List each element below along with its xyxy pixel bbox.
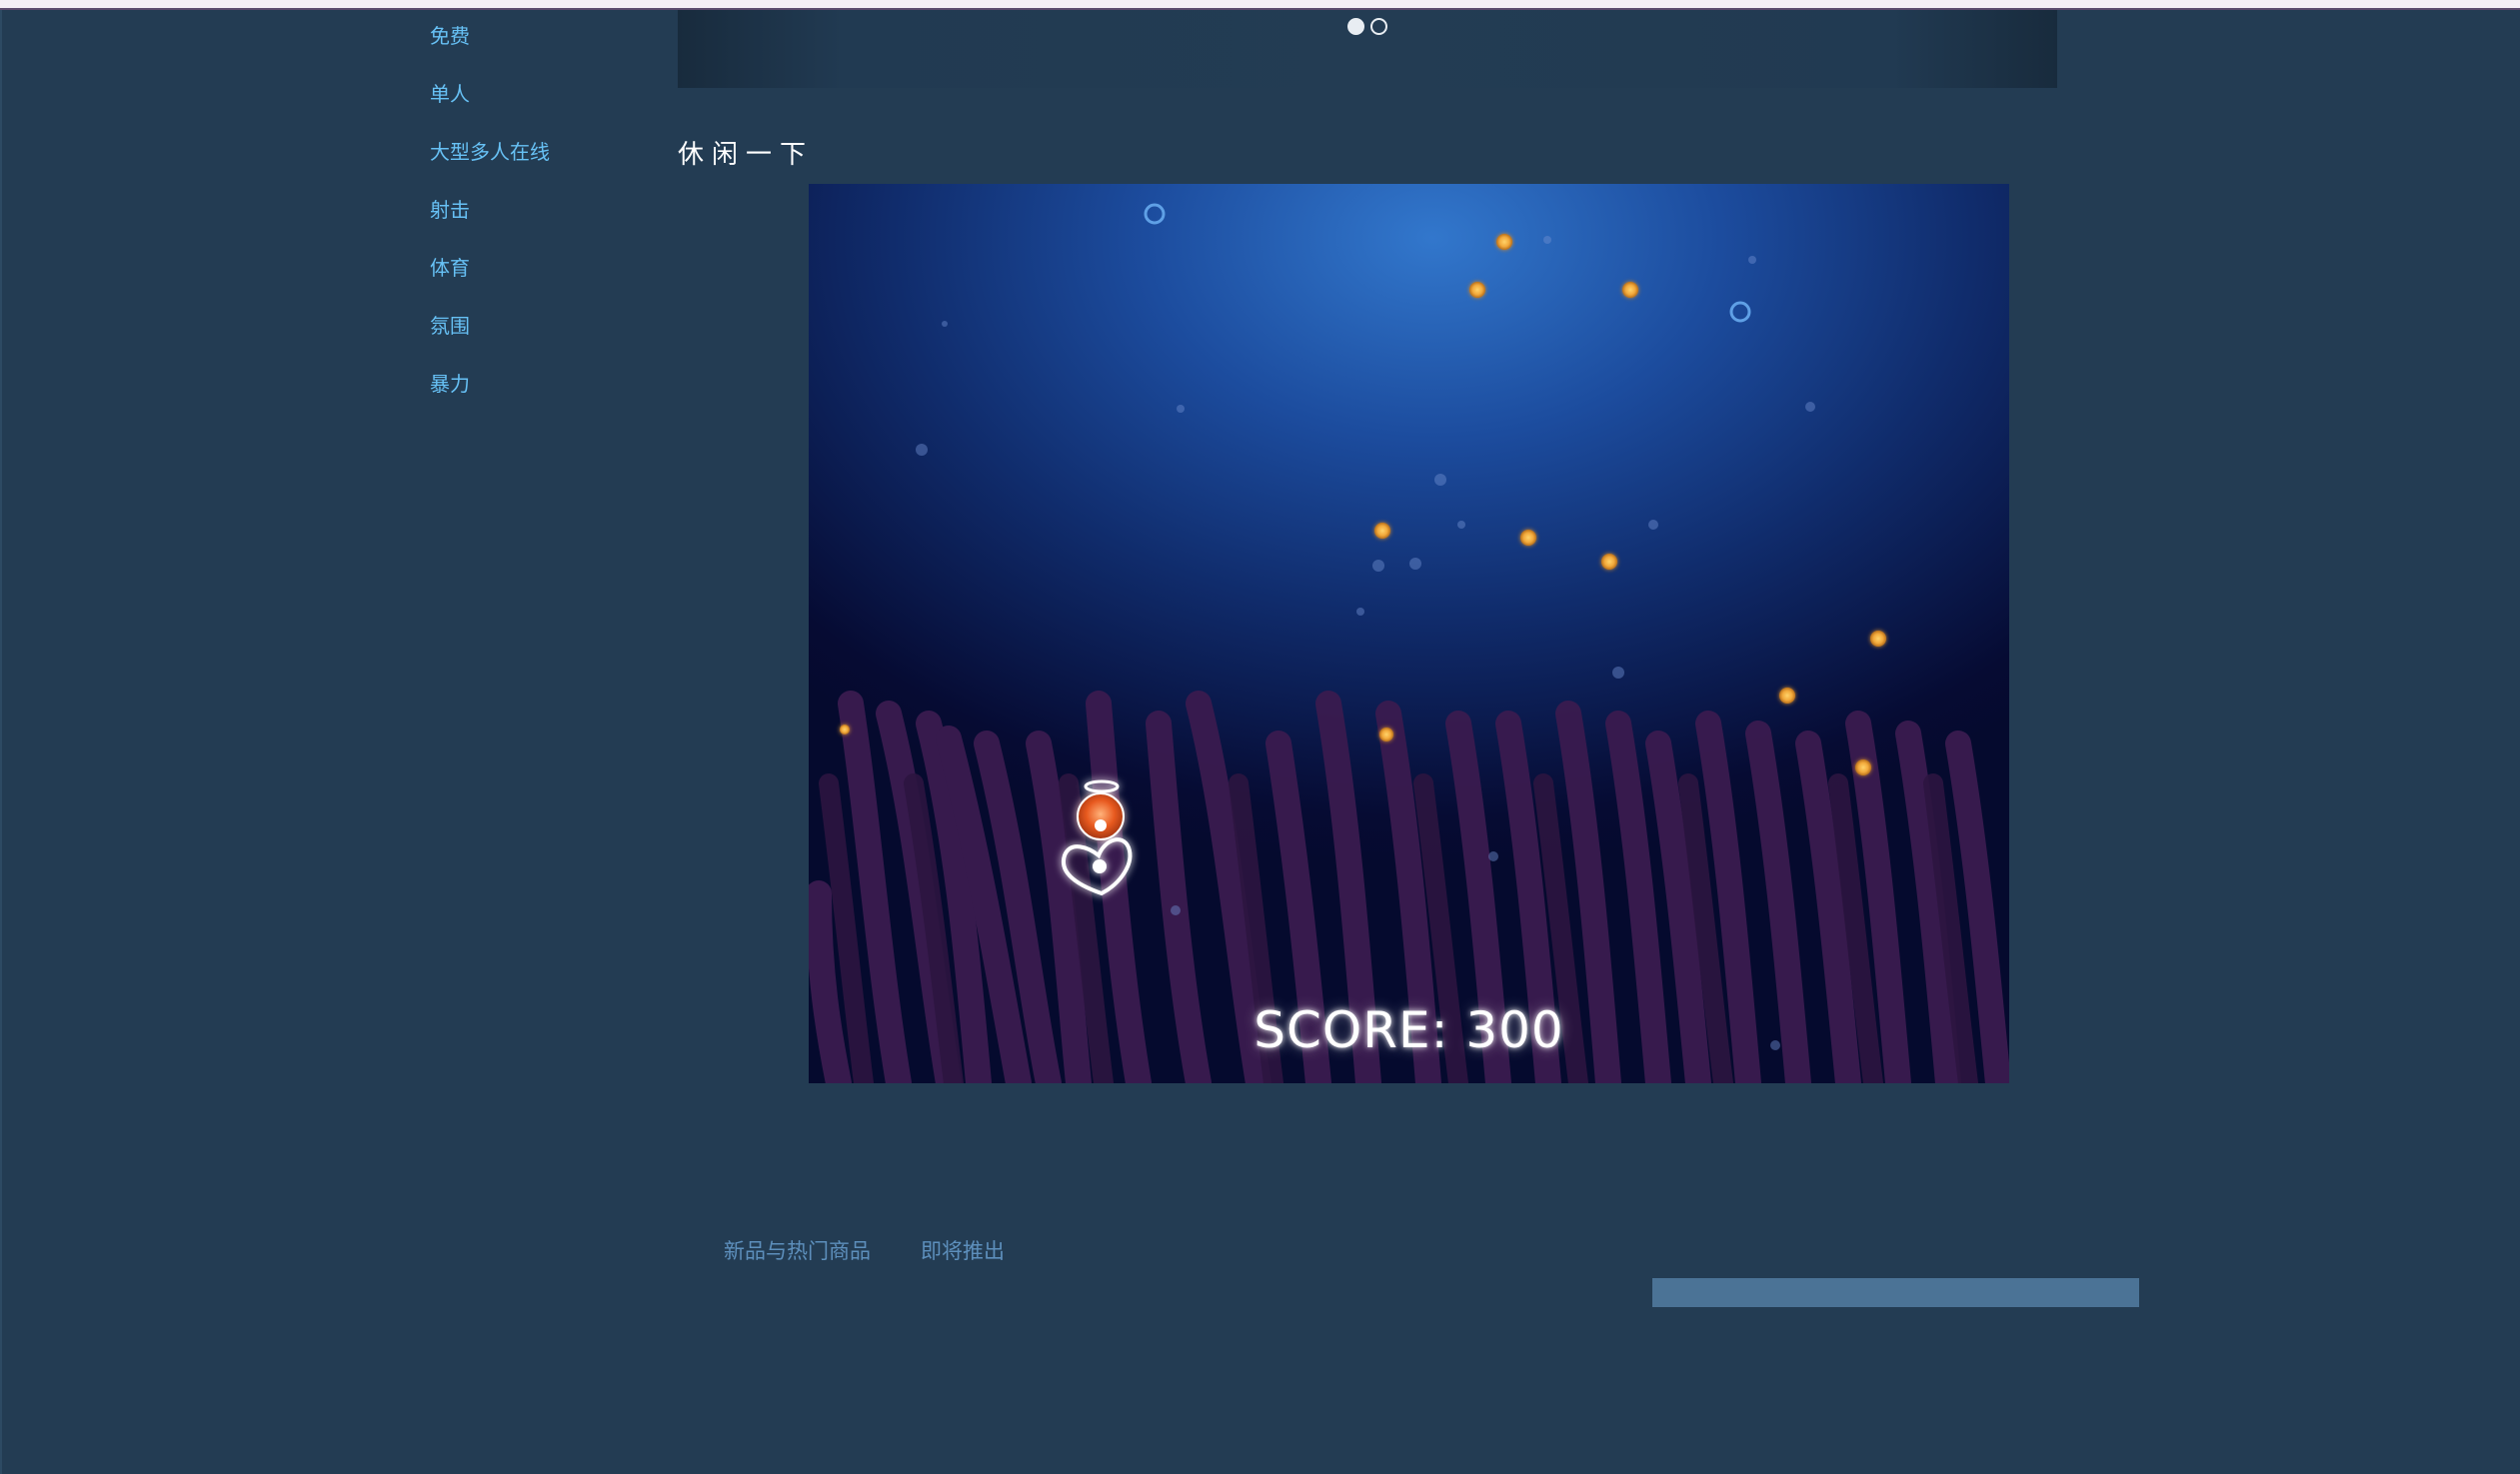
banner-carousel — [678, 10, 2057, 88]
genre-sidebar: 免费 单人 大型多人在线 射击 体育 氛围 暴力 — [430, 22, 650, 428]
content-placeholder-bar — [1652, 1278, 2139, 1307]
section-title: 休闲一下 — [678, 140, 815, 170]
sidebar-item-atmospheric[interactable]: 氛围 — [430, 312, 650, 370]
carousel-dot-2[interactable] — [1370, 18, 1387, 35]
orb-group — [840, 234, 1886, 775]
carousel-dots — [1347, 18, 1387, 35]
store-tabs: 新品与热门商品 即将推出 — [724, 1235, 1005, 1265]
game-scene — [809, 203, 2009, 1083]
carousel-dot-1[interactable] — [1347, 18, 1364, 35]
game-canvas[interactable]: SCORE: 300 — [809, 184, 2009, 1083]
tab-coming-soon[interactable]: 即将推出 — [921, 1235, 1005, 1265]
sidebar-item-mmo[interactable]: 大型多人在线 — [430, 138, 650, 196]
sidebar-item-singleplayer[interactable]: 单人 — [430, 80, 650, 138]
sidebar-item-shooter[interactable]: 射击 — [430, 196, 650, 254]
score-display: SCORE: 300 — [1254, 1001, 1564, 1059]
sidebar-item-violent[interactable]: 暴力 — [430, 370, 650, 428]
sidebar-item-free[interactable]: 免费 — [430, 22, 650, 80]
sidebar-item-sports[interactable]: 体育 — [430, 254, 650, 312]
window-top-strip — [0, 0, 2520, 10]
window-left-edge — [0, 10, 2, 1474]
tab-new-and-trending[interactable]: 新品与热门商品 — [724, 1235, 871, 1265]
bubble-group — [1144, 203, 1751, 323]
